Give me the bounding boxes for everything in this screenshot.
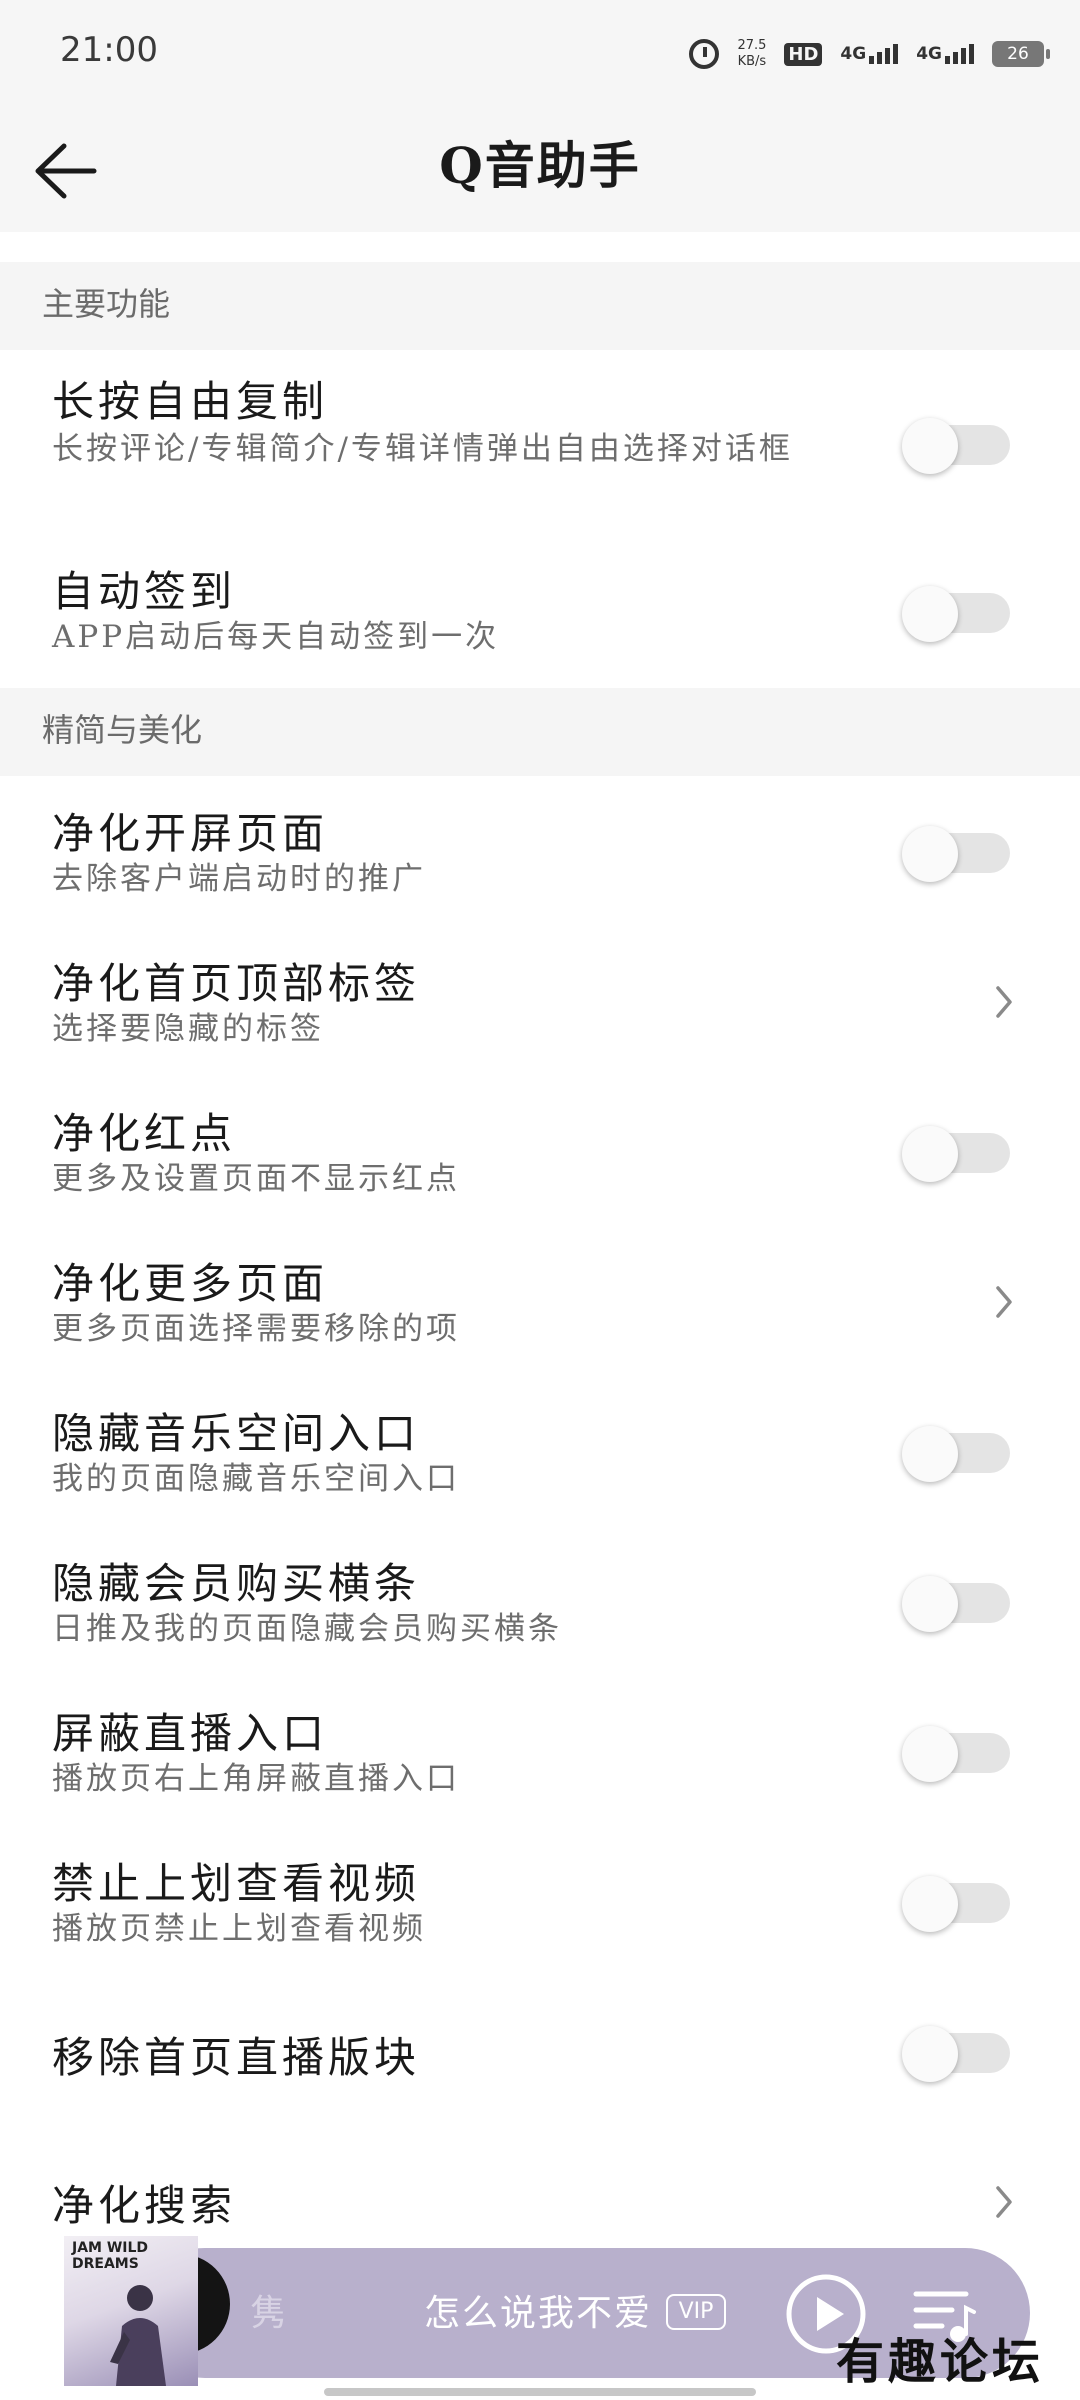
- setting-subtitle: 长按评论/专辑简介/专辑详情弹出自由选择对话框: [52, 431, 793, 467]
- battery-icon: 26: [992, 41, 1050, 67]
- page-title: Q音助手: [439, 136, 641, 195]
- chevron-right-icon[interactable]: [990, 1282, 1018, 1322]
- album-figure-image: [110, 2285, 166, 2386]
- section-header-simplify: 精简与美化: [0, 688, 1080, 776]
- setting-title: 移除首页直播版块: [52, 2033, 421, 2082]
- toggle-switch[interactable]: [902, 1576, 1012, 1632]
- setting-subtitle: APP启动后每天自动签到一次: [52, 619, 500, 655]
- toggle-switch[interactable]: [902, 586, 1012, 642]
- network-type-sim2: 4G: [916, 44, 942, 64]
- toggle-switch[interactable]: [902, 826, 1012, 882]
- setting-title: 屏蔽直播入口: [52, 1709, 329, 1758]
- section-header-main: 主要功能: [0, 262, 1080, 350]
- setting-remove-home-live[interactable]: 移除首页直播版块: [0, 1976, 1080, 2126]
- setting-title: 隐藏音乐空间入口: [52, 1409, 421, 1458]
- setting-subtitle: 播放页右上角屏蔽直播入口: [52, 1761, 460, 1797]
- signal-icon-sim2: 4G: [916, 44, 974, 64]
- setting-title: 净化开屏页面: [52, 809, 329, 858]
- toggle-switch[interactable]: [902, 418, 1012, 474]
- network-speed-unit: KB/s: [737, 54, 767, 69]
- setting-disable-swipe-video[interactable]: 禁止上划查看视频 播放页禁止上划查看视频: [0, 1826, 1080, 1976]
- status-bar: 21:00 27.5 KB/s HD 4G 4G 26: [0, 0, 1080, 108]
- network-speed: 27.5 KB/s: [737, 38, 766, 70]
- toggle-switch[interactable]: [902, 1126, 1012, 1182]
- setting-title: 净化红点: [52, 1109, 237, 1158]
- setting-subtitle: 选择要隐藏的标签: [52, 1011, 324, 1047]
- toggle-switch[interactable]: [902, 2026, 1012, 2082]
- network-type-sim1: 4G: [840, 44, 867, 64]
- status-time: 21:00: [60, 30, 158, 70]
- setting-subtitle: 日推及我的页面隐藏会员购买横条: [52, 1611, 562, 1647]
- toggle-switch[interactable]: [902, 1876, 1012, 1932]
- signal-icon-sim1: 4G: [840, 44, 899, 64]
- setting-title: 净化首页顶部标签: [52, 959, 421, 1008]
- setting-title: 净化更多页面: [52, 1259, 329, 1308]
- setting-long-press-copy[interactable]: 长按自由复制 长按评论/专辑简介/专辑详情弹出自由选择对话框: [0, 350, 1080, 536]
- setting-subtitle: 更多及设置页面不显示红点: [52, 1161, 460, 1197]
- previous-song-fragment: 隽: [250, 2293, 289, 2334]
- setting-title: 长按自由复制: [52, 377, 329, 426]
- setting-clean-red-dot[interactable]: 净化红点 更多及设置页面不显示红点: [0, 1076, 1080, 1226]
- setting-auto-checkin[interactable]: 自动签到 APP启动后每天自动签到一次: [0, 536, 1080, 686]
- setting-title: 禁止上划查看视频: [52, 1859, 421, 1908]
- setting-block-live-entry[interactable]: 屏蔽直播入口 播放页右上角屏蔽直播入口: [0, 1676, 1080, 1826]
- watermark: 有趣论坛: [836, 2334, 1045, 2390]
- home-indicator[interactable]: [324, 2388, 756, 2396]
- hd-icon: HD: [784, 42, 823, 66]
- album-cover-text: JAM WILD DREAMS: [72, 2240, 149, 2272]
- app-header: Q音助手: [0, 108, 1080, 232]
- setting-hide-music-space[interactable]: 隐藏音乐空间入口 我的页面隐藏音乐空间入口: [0, 1376, 1080, 1526]
- vip-badge: VIP: [666, 2294, 726, 2330]
- album-cover[interactable]: JAM WILD DREAMS: [64, 2236, 198, 2386]
- status-icons: 27.5 KB/s HD 4G 4G 26: [689, 34, 1050, 74]
- toggle-switch[interactable]: [902, 1726, 1012, 1782]
- toggle-switch[interactable]: [902, 1426, 1012, 1482]
- setting-subtitle: 去除客户端启动时的推广: [52, 861, 426, 897]
- setting-title: 隐藏会员购买横条: [52, 1559, 421, 1608]
- setting-title: 净化搜索: [52, 2181, 237, 2230]
- setting-clean-more-page[interactable]: 净化更多页面 更多页面选择需要移除的项: [0, 1226, 1080, 1376]
- setting-clean-splash[interactable]: 净化开屏页面 去除客户端启动时的推广: [0, 776, 1080, 926]
- song-title[interactable]: 怎么说我不爱: [424, 2284, 652, 2336]
- setting-subtitle: 更多页面选择需要移除的项: [52, 1311, 460, 1347]
- chevron-right-icon[interactable]: [990, 2182, 1018, 2222]
- setting-hide-vip-banner[interactable]: 隐藏会员购买横条 日推及我的页面隐藏会员购买横条: [0, 1526, 1080, 1676]
- network-speed-value: 27.5: [737, 38, 767, 53]
- chevron-right-icon[interactable]: [990, 982, 1018, 1022]
- alarm-icon: [689, 39, 720, 69]
- setting-subtitle: 播放页禁止上划查看视频: [52, 1911, 426, 1947]
- setting-subtitle: 我的页面隐藏音乐空间入口: [52, 1461, 460, 1497]
- setting-clean-home-tabs[interactable]: 净化首页顶部标签 选择要隐藏的标签: [0, 926, 1080, 1076]
- setting-title: 自动签到: [52, 567, 237, 616]
